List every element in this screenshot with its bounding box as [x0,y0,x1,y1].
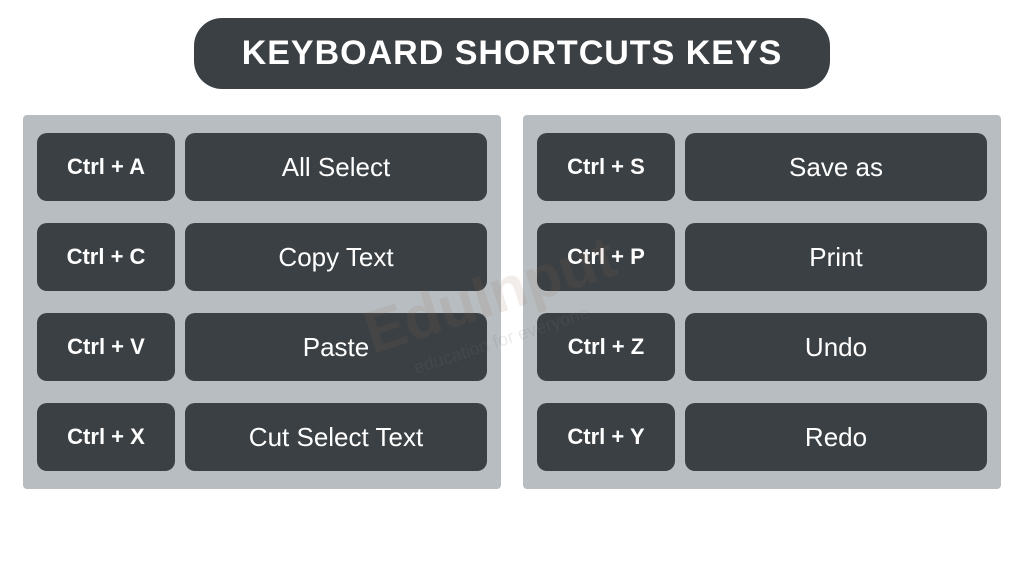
shortcut-desc: Copy Text [185,223,487,291]
shortcut-desc: Save as [685,133,987,201]
shortcut-row: Ctrl + P Print [537,223,987,291]
shortcut-key: Ctrl + X [37,403,175,471]
shortcut-key: Ctrl + P [537,223,675,291]
shortcut-desc: Undo [685,313,987,381]
shortcut-key: Ctrl + Z [537,313,675,381]
shortcut-key: Ctrl + S [537,133,675,201]
shortcut-desc: Print [685,223,987,291]
shortcut-desc: Cut Select Text [185,403,487,471]
shortcut-row: Ctrl + V Paste [37,313,487,381]
shortcut-desc: All Select [185,133,487,201]
shortcut-desc: Redo [685,403,987,471]
shortcut-key: Ctrl + C [37,223,175,291]
right-column: Ctrl + S Save as Ctrl + P Print Ctrl + Z… [523,115,1001,489]
shortcut-key: Ctrl + Y [537,403,675,471]
shortcut-row: Ctrl + X Cut Select Text [37,403,487,471]
shortcut-key: Ctrl + V [37,313,175,381]
shortcut-row: Ctrl + Y Redo [537,403,987,471]
left-column: Ctrl + A All Select Ctrl + C Copy Text C… [23,115,501,489]
shortcut-row: Ctrl + A All Select [37,133,487,201]
columns-container: Ctrl + A All Select Ctrl + C Copy Text C… [23,115,1001,489]
page-title: Keyboard Shortcuts Keys [194,18,831,89]
shortcut-row: Ctrl + C Copy Text [37,223,487,291]
shortcut-key: Ctrl + A [37,133,175,201]
shortcut-desc: Paste [185,313,487,381]
shortcut-row: Ctrl + Z Undo [537,313,987,381]
shortcut-row: Ctrl + S Save as [537,133,987,201]
